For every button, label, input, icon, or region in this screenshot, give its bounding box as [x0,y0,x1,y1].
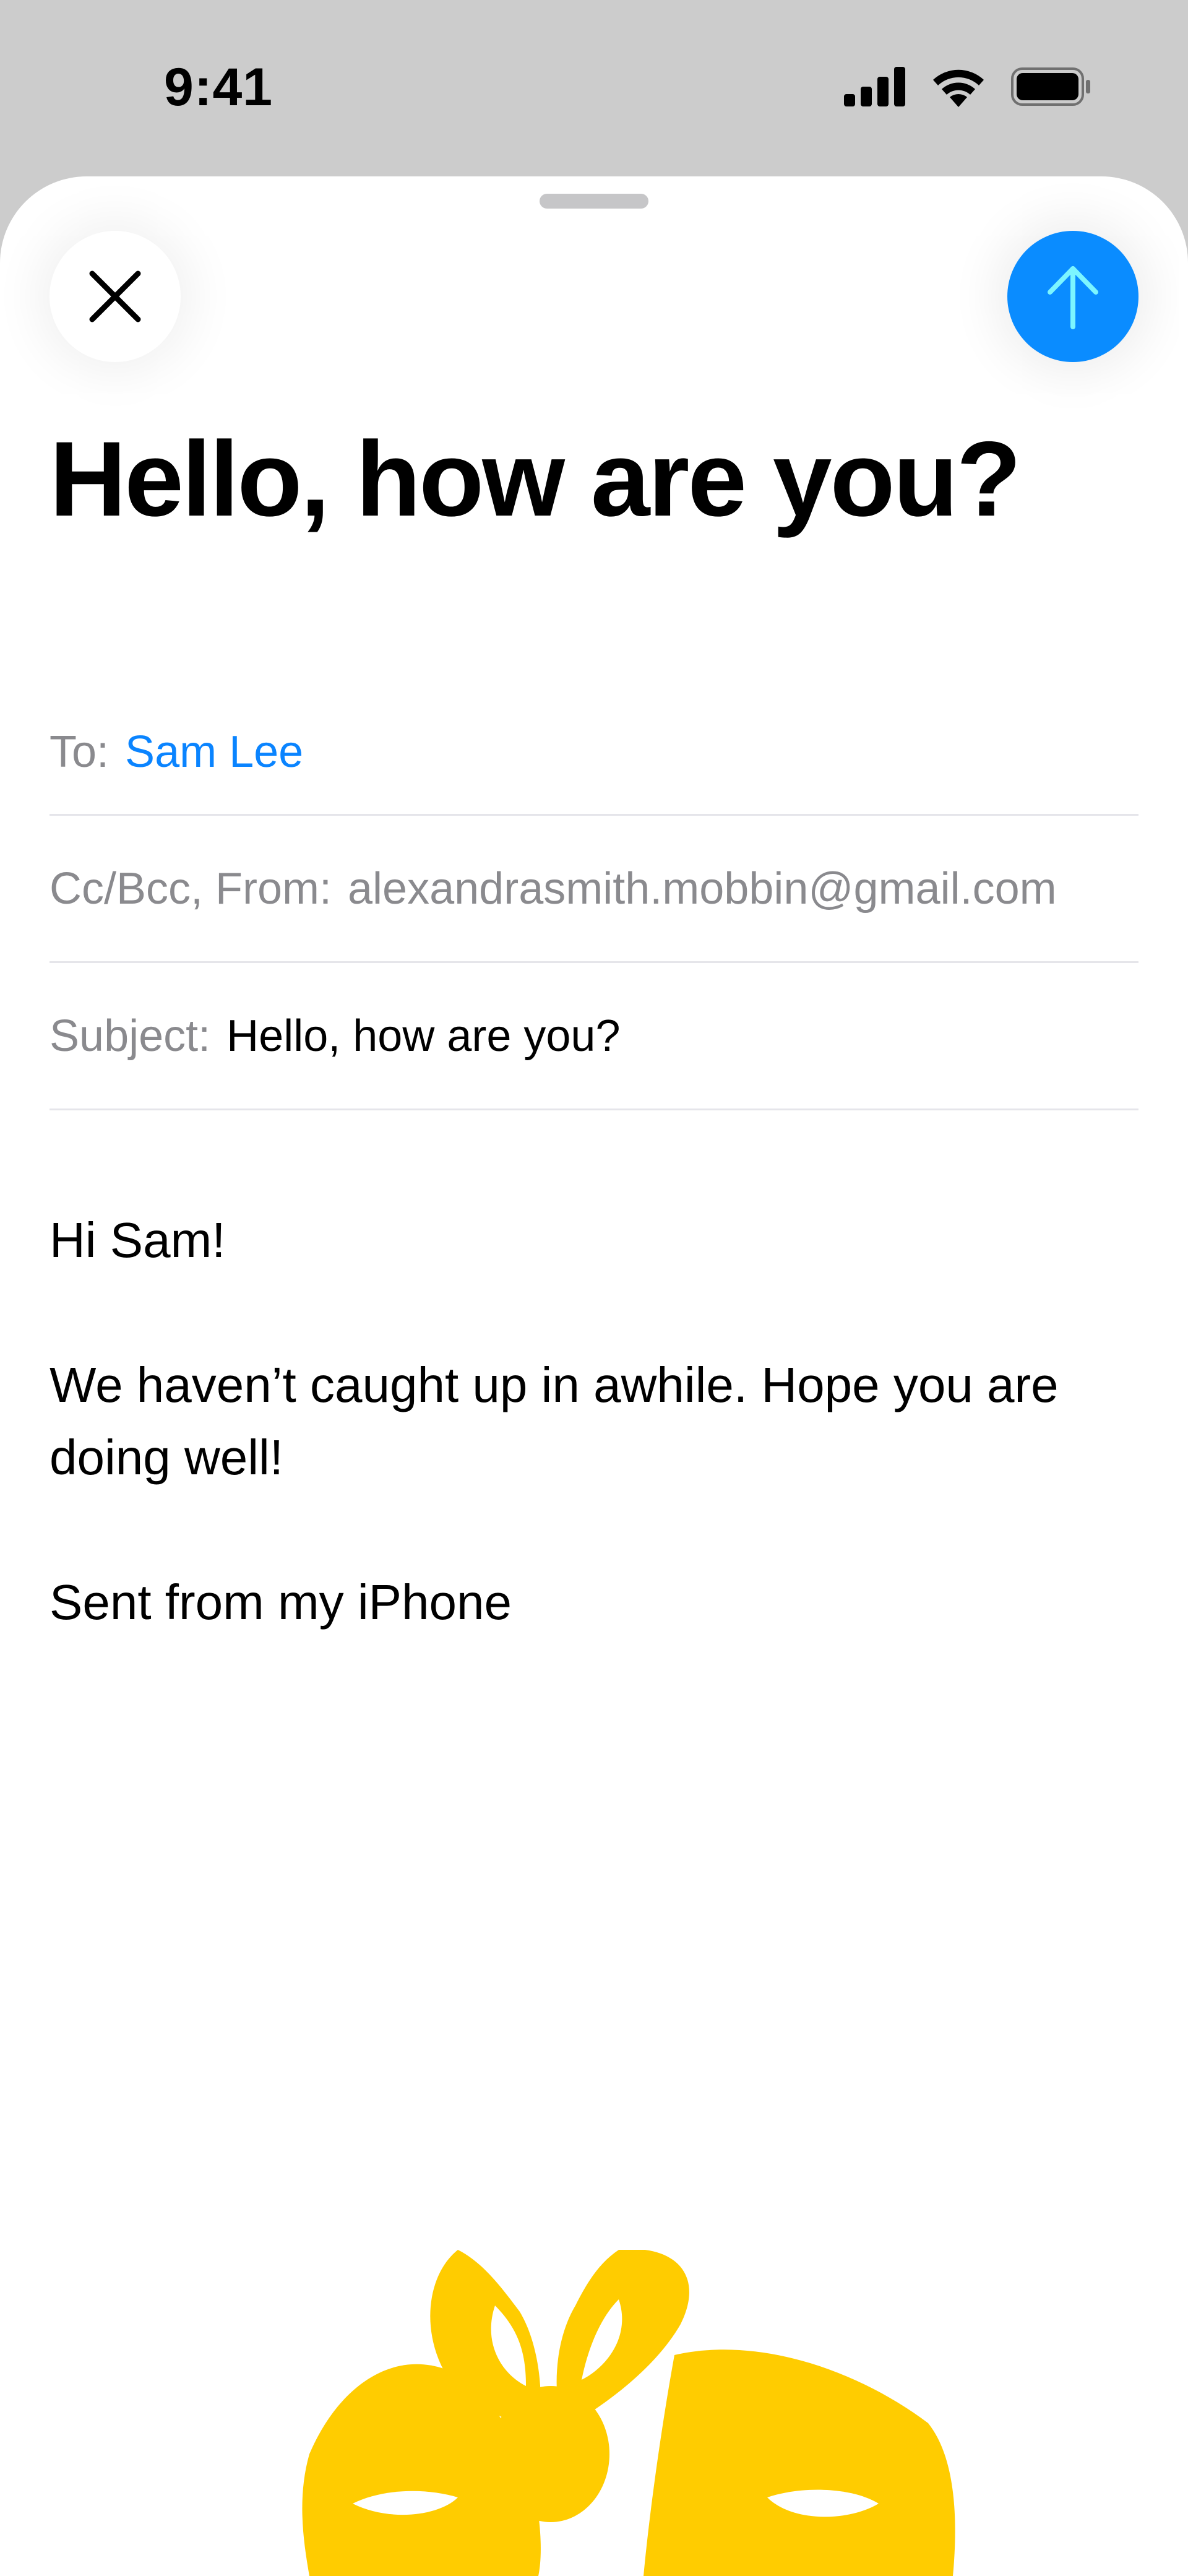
status-bar: 9:41 [0,0,1188,176]
cellular-signal-icon [844,67,905,106]
compose-title: Hello, how are you? [50,420,1022,538]
body-signature: Sent from my iPhone [50,1575,512,1630]
status-time: 9:41 [164,58,273,117]
from-email[interactable]: alexandrasmith.mobbin@gmail.com [348,863,1057,914]
to-field[interactable]: To: Sam Lee [50,690,1138,816]
subject-field[interactable]: Subject: Hello, how are you? [50,963,1138,1110]
cc-bcc-from-field[interactable]: Cc/Bcc, From: alexandrasmith.mobbin@gmai… [50,816,1138,963]
to-label: To: [50,727,110,777]
subject-input[interactable]: Hello, how are you? [226,1011,620,1061]
recipient-token[interactable]: Sam Lee [125,727,303,777]
send-arrow-up-icon [1048,266,1098,329]
subject-label: Subject: [50,1011,211,1061]
message-body[interactable]: Hi Sam! We haven’t caught up in awhile. … [50,1204,1138,1711]
compose-sheet: Hello, how are you? To: Sam Lee Cc/Bcc, … [0,176,1188,2576]
gift-bow-sticker[interactable] [297,2250,959,2576]
send-button[interactable] [1007,231,1138,362]
body-message: We haven’t caught up in awhile. Hope you… [50,1357,1059,1485]
close-icon [89,270,141,322]
sheet-grabber[interactable] [540,194,648,209]
close-button[interactable] [50,231,181,362]
status-icons [844,65,1091,108]
cc-bcc-from-label: Cc/Bcc, From: [50,863,332,914]
wifi-icon [933,69,984,107]
battery-icon [1011,67,1090,106]
body-greeting: Hi Sam! [50,1212,226,1268]
